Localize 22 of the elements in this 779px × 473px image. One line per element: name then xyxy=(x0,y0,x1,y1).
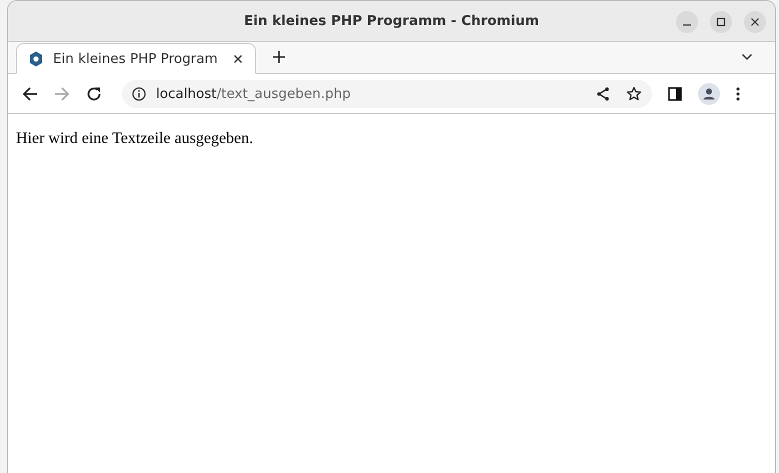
maximize-icon xyxy=(716,17,726,27)
star-icon[interactable] xyxy=(626,86,642,102)
hexagon-icon xyxy=(29,50,43,66)
close-icon[interactable] xyxy=(233,54,243,64)
maximize-button[interactable] xyxy=(710,11,732,33)
new-tab-icon[interactable] xyxy=(272,50,286,64)
back-arrow-icon[interactable] xyxy=(22,86,38,102)
address-bar[interactable]: localhost/text_ausgeben.php xyxy=(122,80,652,108)
close-button[interactable] xyxy=(744,11,766,33)
window-title: Ein kleines PHP Programm - Chromium xyxy=(244,13,540,29)
chevron-down-icon[interactable] xyxy=(741,53,753,61)
reload-icon[interactable] xyxy=(86,86,102,102)
menu-icon[interactable] xyxy=(736,86,740,100)
profile-avatar-icon[interactable] xyxy=(698,82,720,104)
side-panel-icon[interactable] xyxy=(668,86,682,100)
info-icon[interactable] xyxy=(132,86,146,100)
url-text: localhost/text_ausgeben.php xyxy=(156,86,351,102)
share-icon[interactable] xyxy=(596,86,610,100)
browser-tab[interactable]: Ein kleines PHP Program xyxy=(16,43,256,74)
minimize-icon xyxy=(683,24,691,26)
page-text: Hier wird eine Textzeile ausgegeben. xyxy=(16,130,254,148)
close-icon xyxy=(750,17,760,27)
